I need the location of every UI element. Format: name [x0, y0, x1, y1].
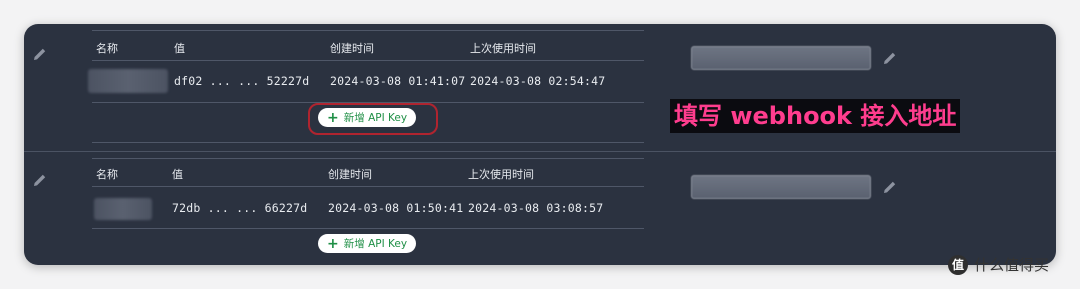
- row-divider: [92, 228, 644, 229]
- header-created: 创建时间: [330, 42, 374, 55]
- edit-webhook-pencil-icon[interactable]: [882, 179, 898, 195]
- header-value: 值: [174, 42, 185, 55]
- top-divider: [92, 158, 644, 159]
- redacted-name: [88, 69, 168, 93]
- header-value: 值: [172, 168, 183, 181]
- api-value: df02 ... ... 52227d: [174, 74, 310, 88]
- header-name: 名称: [96, 42, 118, 55]
- edit-row-pencil-icon[interactable]: [32, 46, 48, 62]
- watermark-text: 什么值得买: [974, 256, 1050, 274]
- redacted-name: [94, 198, 152, 220]
- header-last-used: 上次使用时间: [468, 168, 534, 181]
- add-api-key-button[interactable]: + 新增 API Key: [318, 234, 417, 253]
- edit-webhook-pencil-icon[interactable]: [882, 50, 898, 66]
- watermark-logo-icon: 值: [948, 254, 968, 275]
- top-divider: [92, 30, 644, 31]
- last-used-time: 2024-03-08 03:08:57: [468, 201, 604, 215]
- api-key-card: 名称 值 创建时间 上次使用时间 df02 ... ... 52227d 202…: [24, 24, 1056, 265]
- row-bottom-divider: [92, 142, 644, 143]
- header-last-used: 上次使用时间: [470, 42, 536, 55]
- plus-icon: +: [327, 109, 339, 126]
- header-divider: [92, 60, 644, 61]
- site-watermark: 值 什么值得买: [948, 254, 1049, 275]
- account-row-2: 名称 值 创建时间 上次使用时间 72db ... ... 66227d 202…: [24, 152, 1056, 265]
- add-api-key-label: 新增 API Key: [343, 238, 408, 250]
- header-name: 名称: [96, 168, 118, 181]
- plus-icon: +: [327, 235, 339, 252]
- header-created: 创建时间: [328, 168, 372, 181]
- add-api-key-button[interactable]: + 新增 API Key: [318, 108, 417, 127]
- last-used-time: 2024-03-08 02:54:47: [470, 74, 606, 88]
- api-value: 72db ... ... 66227d: [172, 201, 308, 215]
- created-time: 2024-03-08 01:50:41: [328, 201, 464, 215]
- add-api-key-label: 新增 API Key: [343, 112, 408, 124]
- webhook-annotation: 填写 webhook 接入地址: [670, 99, 961, 133]
- webhook-url-field[interactable]: [691, 175, 871, 199]
- edit-row-pencil-icon[interactable]: [32, 172, 48, 188]
- webhook-url-field[interactable]: [691, 46, 871, 70]
- created-time: 2024-03-08 01:41:07: [330, 74, 466, 88]
- header-divider: [92, 186, 644, 187]
